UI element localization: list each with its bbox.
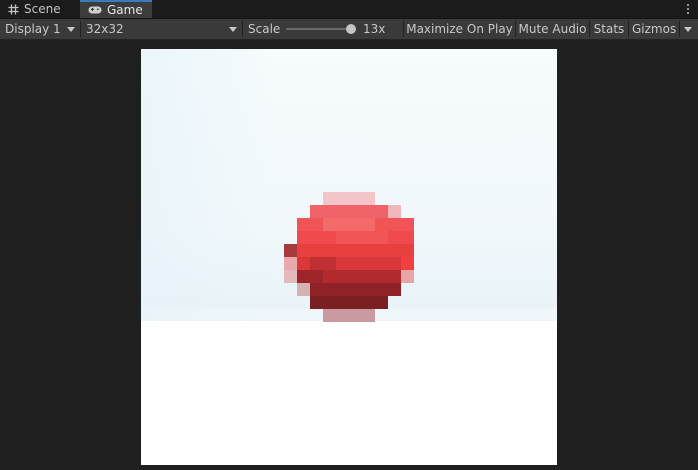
game-view (0, 40, 698, 470)
scale-slider-handle[interactable] (346, 24, 356, 34)
scale-control: Scale 13x (243, 19, 402, 39)
scale-label: Scale (248, 22, 281, 36)
display-dropdown[interactable]: Display 1 (0, 19, 80, 39)
tab-scene-label: Scene (24, 2, 61, 16)
game-toolbar: Display 1 32x32 Scale 13x Maximize On Pl… (0, 19, 698, 40)
red-ball-sprite (284, 192, 414, 322)
gizmos-dropdown[interactable] (679, 19, 698, 39)
maximize-on-play-toggle[interactable]: Maximize On Play (404, 19, 515, 39)
display-dropdown-label: Display 1 (5, 22, 61, 36)
chevron-down-icon (684, 27, 692, 32)
mute-audio-toggle[interactable]: Mute Audio (516, 19, 589, 39)
more-options-icon[interactable] (684, 1, 692, 17)
resolution-dropdown-label: 32x32 (86, 22, 124, 36)
tab-game[interactable]: Game (80, 0, 152, 18)
chevron-down-icon (67, 27, 75, 32)
scale-value: 13x (363, 22, 386, 36)
stats-toggle[interactable]: Stats (590, 19, 628, 39)
resolution-dropdown[interactable]: 32x32 (81, 19, 242, 39)
tab-game-label: Game (107, 3, 143, 17)
gamepad-icon (88, 5, 102, 15)
scale-slider-track[interactable] (286, 28, 352, 30)
chevron-down-icon (229, 27, 237, 32)
editor-tab-strip: Scene Game (0, 0, 698, 19)
tab-scene[interactable]: Scene (0, 0, 80, 18)
gizmos-toggle[interactable]: Gizmos (629, 19, 679, 39)
game-viewport[interactable] (141, 49, 557, 465)
grid-icon (8, 4, 19, 15)
